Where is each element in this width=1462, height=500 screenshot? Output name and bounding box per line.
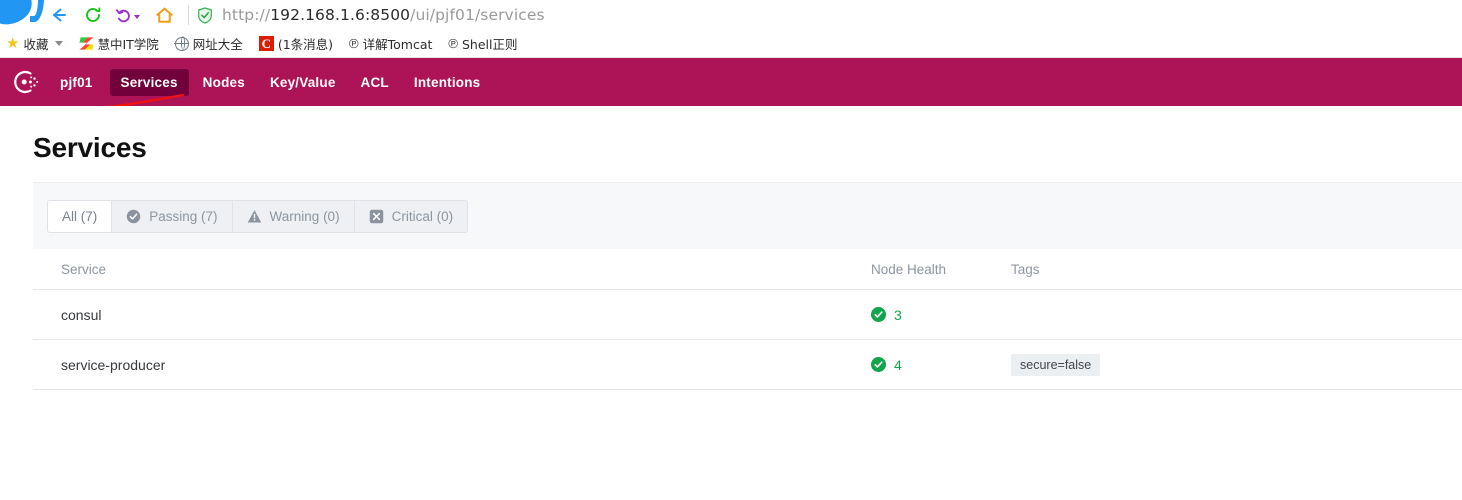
csdn-c-icon: C (258, 36, 274, 51)
bookmark-label: Shell正则 (462, 37, 518, 52)
check-circle-green-icon (871, 357, 886, 372)
bookmark-site-directory[interactable]: 网址大全 (174, 33, 243, 55)
bookmark-shell-regex[interactable]: ℗ Shell正则 (448, 33, 517, 55)
table-row[interactable]: service-producer 4 secure=false (33, 340, 1462, 390)
url-host: 192.168.1.6:8500 (270, 6, 411, 24)
service-name[interactable]: consul (33, 307, 871, 323)
filter-tab-critical[interactable]: Critical (0) (354, 199, 469, 233)
filter-tab-warning[interactable]: Warning (0) (232, 199, 355, 233)
node-health-cell: 3 (871, 307, 1011, 323)
consul-logo-icon[interactable] (10, 67, 40, 97)
health-count: 3 (894, 306, 902, 323)
page-body: Services All (7) Passing (7) Warning (0)… (0, 106, 1462, 390)
back-arrow-icon[interactable] (42, 0, 76, 30)
filter-tab-label: Warning (0) (269, 208, 340, 224)
table-row[interactable]: consul 3 (33, 290, 1462, 340)
page-title: Services (33, 132, 147, 163)
filter-tab-label: All (7) (62, 208, 98, 224)
address-bar[interactable]: http://192.168.1.6:8500/ui/pjf01/service… (222, 6, 545, 24)
bookmark-label: 慧中IT学院 (97, 37, 159, 52)
nav-item-acl[interactable]: ACL (350, 69, 400, 96)
browser-toolbar: http://192.168.1.6:8500/ui/pjf01/service… (0, 0, 1462, 30)
chevron-down-icon[interactable] (134, 15, 140, 19)
bookmark-csdn-message[interactable]: C (1条消息) (258, 33, 334, 55)
tags-cell: secure=false (1011, 353, 1462, 376)
filter-tab-label: Passing (7) (149, 208, 218, 224)
url-scheme: http:// (222, 6, 271, 24)
bookmark-label: 收藏 (23, 37, 49, 52)
service-name[interactable]: service-producer (33, 357, 871, 373)
bookmark-huizhong-it[interactable]: 慧中IT学院 (79, 33, 159, 55)
service-filter-tabs: All (7) Passing (7) Warning (0) Critical… (47, 199, 469, 233)
chevron-down-icon[interactable] (55, 41, 64, 46)
table-header-row: Service Node Health Tags (33, 249, 1462, 290)
browser-logo-icon (0, 0, 44, 30)
service-filter-band: All (7) Passing (7) Warning (0) Critical… (33, 182, 1462, 249)
consul-navbar: pjf01 Services Nodes Key/Value ACL Inten… (0, 58, 1462, 110)
toolbar-divider (188, 5, 189, 25)
warning-triangle-icon (247, 209, 262, 224)
script-icon: ℗ (349, 36, 359, 51)
filter-tab-label: Critical (0) (391, 208, 454, 224)
health-count: 4 (894, 356, 902, 373)
nav-item-services[interactable]: Services (109, 68, 189, 96)
star-icon: ★ (6, 35, 20, 52)
service-tag: secure=false (1011, 353, 1101, 376)
filter-tab-passing[interactable]: Passing (7) (112, 199, 233, 233)
check-circle-icon (126, 209, 141, 224)
browser-chrome: http://192.168.1.6:8500/ui/pjf01/service… (0, 0, 1462, 58)
check-circle-green-icon (871, 307, 886, 322)
script-icon: ℗ (448, 36, 458, 51)
x-square-icon (369, 209, 384, 224)
bookmarks-bar: ★ 收藏 慧中IT学院 网址大全 C (1条消息) ℗ 详解Tomcat ℗ S… (0, 30, 1462, 58)
history-undo-icon[interactable] (110, 0, 144, 30)
bookmark-tomcat-guide[interactable]: ℗ 详解Tomcat (349, 33, 432, 55)
shield-check-icon (197, 6, 213, 24)
bookmark-favorites[interactable]: ★ 收藏 (6, 33, 64, 55)
globe-icon (174, 36, 189, 51)
reload-icon[interactable] (76, 0, 110, 30)
home-icon[interactable] (144, 0, 184, 30)
z-logo-icon (79, 37, 94, 50)
filter-tab-all[interactable]: All (7) (47, 199, 113, 233)
url-path: /ui/pjf01/services (410, 6, 545, 24)
nav-item-nodes[interactable]: Nodes (192, 69, 256, 96)
bookmark-label: 网址大全 (192, 37, 243, 52)
services-table: Service Node Health Tags consul 3 servic… (33, 249, 1462, 390)
nav-item-key-value[interactable]: Key/Value (259, 69, 347, 96)
column-header-node-health: Node Health (871, 261, 947, 277)
column-header-tags: Tags (1011, 261, 1040, 277)
bookmark-label: 详解Tomcat (362, 37, 433, 52)
node-health-cell: 4 (871, 357, 1011, 373)
nav-item-intentions[interactable]: Intentions (403, 69, 492, 96)
column-header-service: Service (61, 261, 107, 277)
bookmark-label: (1条消息) (277, 37, 334, 52)
nav-datacenter-pjf01[interactable]: pjf01 (56, 69, 107, 96)
